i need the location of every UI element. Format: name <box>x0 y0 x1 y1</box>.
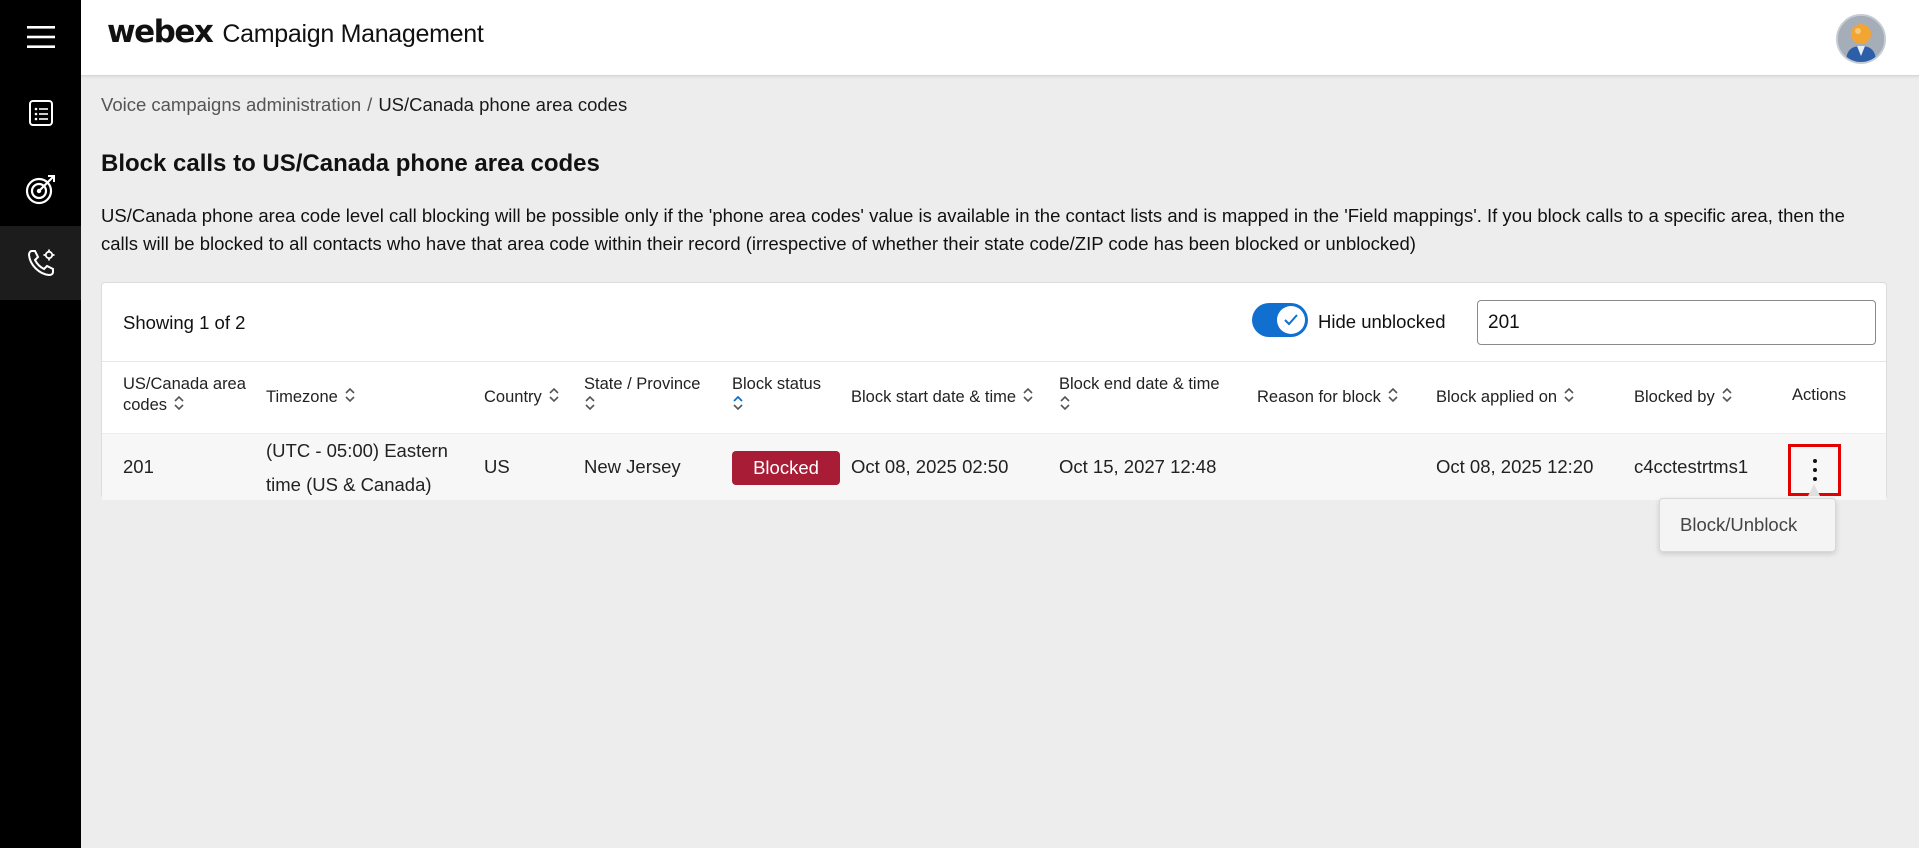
area-codes-panel: Showing 1 of 2 Hide unblocked US/Canada … <box>101 282 1887 500</box>
col-actions: Actions <box>1792 386 1847 404</box>
page-description: US/Canada phone area code level call blo… <box>101 205 1845 254</box>
cell-area-code: 201 <box>123 456 154 477</box>
check-icon <box>1284 314 1298 326</box>
col-state[interactable]: State / Province <box>584 374 700 417</box>
toggle-knob <box>1277 306 1305 334</box>
phone-settings-icon[interactable] <box>0 226 81 300</box>
sort-icon <box>1022 386 1034 409</box>
search-input[interactable] <box>1477 300 1876 345</box>
cell-state: New Jersey <box>584 456 681 477</box>
breadcrumb-current: US/Canada phone area codes <box>378 94 628 115</box>
menu-caret <box>1808 484 1820 496</box>
cell-blocked-by: c4cctestrtms1 <box>1634 456 1749 477</box>
cell-timezone: (UTC - 05:00) Eastern time (US & Canada) <box>266 440 448 495</box>
col-block-start[interactable]: Block start date & time <box>851 386 1034 409</box>
sort-icon <box>1721 386 1733 409</box>
side-navigation <box>0 0 81 848</box>
table-row: 201 (UTC - 05:00) Eastern time (US & Can… <box>102 433 1886 500</box>
menu-item-block-unblock[interactable]: Block/Unblock <box>1659 498 1836 552</box>
sort-icon <box>1387 386 1399 409</box>
cell-applied: Oct 08, 2025 12:20 <box>1436 456 1594 477</box>
sort-icon <box>173 394 185 417</box>
kebab-dot <box>1812 459 1817 463</box>
status-badge: Blocked <box>732 451 840 485</box>
sort-icon <box>584 394 596 417</box>
sort-icon <box>1563 386 1575 409</box>
col-blocked-by[interactable]: Blocked by <box>1634 386 1733 409</box>
breadcrumb-separator: / <box>367 94 373 115</box>
results-count: Showing 1 of 2 <box>123 312 246 333</box>
col-reason[interactable]: Reason for block <box>1257 386 1399 409</box>
cell-country: US <box>484 456 510 477</box>
cell-block-start: Oct 08, 2025 02:50 <box>851 456 1009 477</box>
list-icon[interactable] <box>0 76 81 150</box>
hide-unblocked-toggle[interactable] <box>1252 303 1308 337</box>
kebab-dot <box>1812 477 1817 481</box>
cell-block-end: Oct 15, 2027 12:48 <box>1059 456 1217 477</box>
user-avatar-icon <box>1838 16 1884 62</box>
breadcrumb-parent-link[interactable]: Voice campaigns administration <box>101 94 361 115</box>
col-country[interactable]: Country <box>484 386 560 409</box>
col-timezone[interactable]: Timezone <box>266 386 356 409</box>
page-title: Block calls to US/Canada phone area code… <box>101 150 600 177</box>
sort-ascending-icon <box>732 394 744 417</box>
col-block-end[interactable]: Block end date & time <box>1059 374 1220 417</box>
col-applied[interactable]: Block applied on <box>1436 386 1575 409</box>
app-name: Campaign Management <box>222 20 484 48</box>
breadcrumb: Voice campaigns administration / US/Canada… <box>101 94 627 116</box>
avatar[interactable] <box>1836 14 1886 64</box>
webex-logo: webex <box>107 14 214 50</box>
sort-icon <box>1059 394 1071 417</box>
table-header: US/Canada area codes Timezone Country St… <box>102 361 1886 433</box>
kebab-dot <box>1812 468 1817 472</box>
col-block-status[interactable]: Block status <box>732 374 821 417</box>
brand: webex Campaign Management <box>107 14 484 50</box>
sort-icon <box>548 386 560 409</box>
target-icon[interactable] <box>0 152 81 226</box>
sort-icon <box>344 386 356 409</box>
col-area-code[interactable]: US/Canada area codes <box>123 374 246 417</box>
menu-icon[interactable] <box>0 0 81 74</box>
top-header: webex Campaign Management <box>81 0 1919 76</box>
hide-unblocked-label: Hide unblocked <box>1318 311 1446 332</box>
